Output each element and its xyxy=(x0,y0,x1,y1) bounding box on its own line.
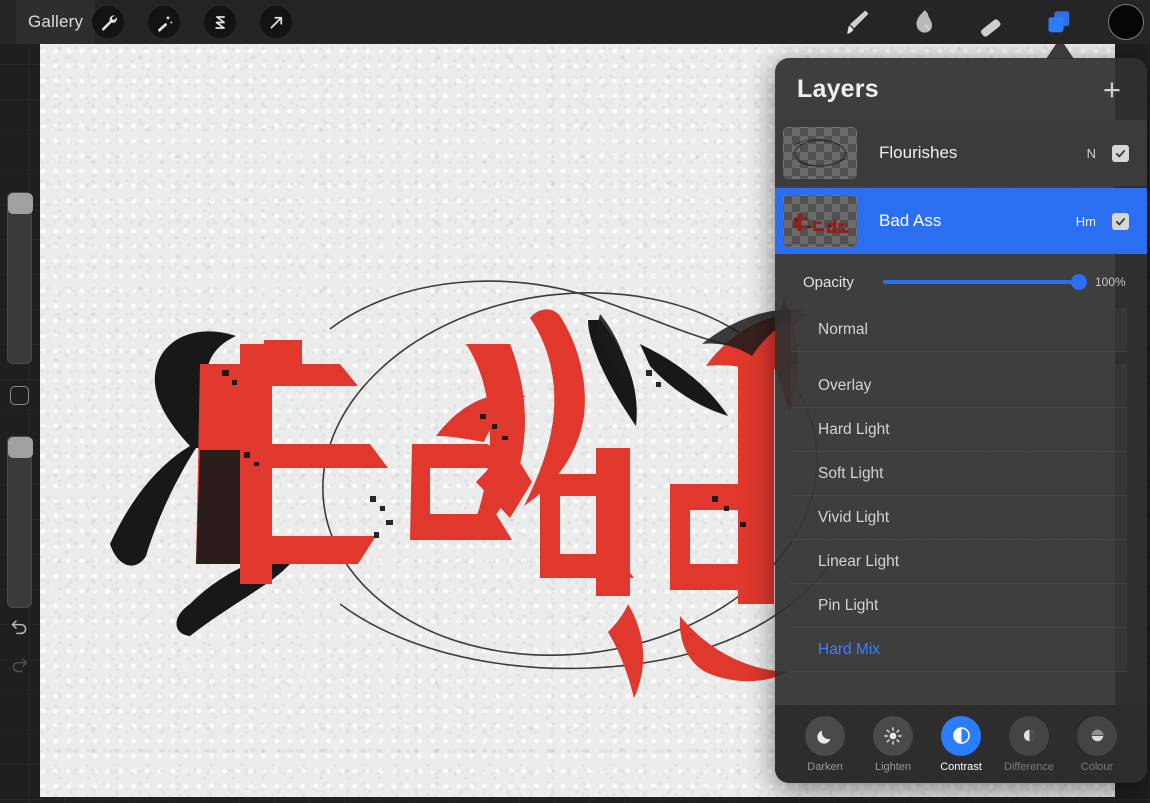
blend-mode-item[interactable]: Hard Mix xyxy=(791,628,1127,672)
blend-category-tabs: Darken Lighten Contrast Difference Colour xyxy=(775,705,1147,783)
layer-row-bad-ass[interactable]: Bad Ass Hm xyxy=(775,188,1147,254)
paintbrush-icon[interactable] xyxy=(838,4,876,40)
layer-row-flourishes[interactable]: Flourishes N xyxy=(775,120,1147,186)
layers-panel: Layers + Flourishes N Bad Ass Hm Opacity… xyxy=(775,58,1147,783)
blend-group-divider xyxy=(775,352,1147,364)
undo-icon[interactable] xyxy=(7,613,32,638)
blend-mode-item[interactable]: Normal xyxy=(791,308,1127,352)
opacity-slider-track xyxy=(883,280,1087,284)
blend-mode-label: Normal xyxy=(818,320,868,338)
magic-wand-icon[interactable] xyxy=(148,6,180,38)
blend-mode-list: Normal Overlay Hard Light Soft Light Vivid L… xyxy=(775,308,1147,672)
contrast-half-circle-icon xyxy=(941,715,981,756)
layer-blend-abbrev: N xyxy=(1086,145,1096,161)
layers-title: Layers xyxy=(797,74,879,103)
blend-category-label: Contrast xyxy=(940,760,982,773)
layers-panel-header: Layers + xyxy=(775,58,1147,120)
difference-circle-icon xyxy=(1009,715,1049,756)
blend-category-label: Colour xyxy=(1080,760,1114,773)
moon-icon xyxy=(805,715,845,756)
blend-mode-item[interactable]: Overlay xyxy=(791,364,1127,408)
blend-mode-item[interactable]: Pin Light xyxy=(791,584,1127,628)
eraser-icon[interactable] xyxy=(973,4,1011,40)
blend-mode-label: Vivid Light xyxy=(818,508,890,526)
opacity-control[interactable]: Opacity 100% xyxy=(775,256,1147,308)
wrench-icon[interactable] xyxy=(92,6,124,38)
color-swatch[interactable] xyxy=(1108,4,1144,40)
procreate-app: Gallery Layers + Flourishes N Bad Ass Hm… xyxy=(0,0,1150,803)
opacity-slider[interactable] xyxy=(883,272,1087,292)
selection-s-icon[interactable] xyxy=(204,6,236,38)
blend-category-label: Darken xyxy=(807,760,843,773)
blend-category-tab[interactable]: Lighten xyxy=(864,715,922,773)
blend-category-tab[interactable]: Darken xyxy=(796,715,854,773)
layers-icon[interactable] xyxy=(1040,4,1078,40)
opacity-value: 100% xyxy=(1095,275,1126,289)
layer-name: Flourishes xyxy=(879,143,958,162)
colour-hemisphere-icon xyxy=(1077,715,1117,756)
blend-mode-label: Linear Light xyxy=(818,552,900,570)
blend-mode-label: Soft Light xyxy=(818,464,884,482)
layer-visibility-checkbox[interactable] xyxy=(1112,144,1129,162)
smudge-icon[interactable] xyxy=(905,4,943,40)
blend-category-tab[interactable]: Difference xyxy=(1000,715,1058,773)
add-layer-button[interactable]: + xyxy=(1099,72,1125,107)
brush-size-knob[interactable] xyxy=(8,193,33,214)
blend-mode-item[interactable]: Hard Light xyxy=(791,408,1127,452)
gallery-button[interactable]: Gallery xyxy=(16,0,96,44)
modify-button[interactable] xyxy=(10,386,29,405)
blend-category-label: Difference xyxy=(1004,760,1054,773)
blend-mode-label: Hard Light xyxy=(818,420,890,438)
brush-opacity-knob[interactable] xyxy=(8,437,33,458)
blend-mode-item[interactable]: Linear Light xyxy=(791,540,1127,584)
blend-category-label: Lighten xyxy=(874,760,912,773)
blend-mode-label: Overlay xyxy=(818,376,872,394)
blend-mode-item[interactable]: Vivid Light xyxy=(791,496,1127,540)
top-toolbar: Gallery xyxy=(0,0,1150,44)
blend-mode-label: Hard Mix xyxy=(818,640,881,658)
layer-visibility-checkbox[interactable] xyxy=(1112,212,1129,230)
brush-size-slider[interactable] xyxy=(7,192,33,364)
layer-thumbnail xyxy=(783,195,857,247)
opacity-slider-knob[interactable] xyxy=(1071,274,1087,290)
thumbnail-art xyxy=(793,213,850,233)
layer-name: Bad Ass xyxy=(879,211,942,230)
arrow-transform-icon[interactable] xyxy=(260,6,292,38)
thumbnail-art xyxy=(793,138,846,167)
blend-category-tab[interactable]: Contrast xyxy=(932,715,990,773)
redo-icon[interactable] xyxy=(7,651,32,676)
blend-category-tab[interactable]: Colour xyxy=(1068,715,1126,773)
opacity-label: Opacity xyxy=(803,273,854,291)
sun-icon xyxy=(873,715,913,756)
layer-thumbnail xyxy=(783,127,857,179)
gallery-label: Gallery xyxy=(28,12,84,31)
brush-opacity-slider[interactable] xyxy=(7,436,33,608)
blend-mode-item[interactable]: Soft Light xyxy=(791,452,1127,496)
blend-mode-label: Pin Light xyxy=(818,596,879,614)
layer-blend-abbrev: Hm xyxy=(1075,213,1096,229)
